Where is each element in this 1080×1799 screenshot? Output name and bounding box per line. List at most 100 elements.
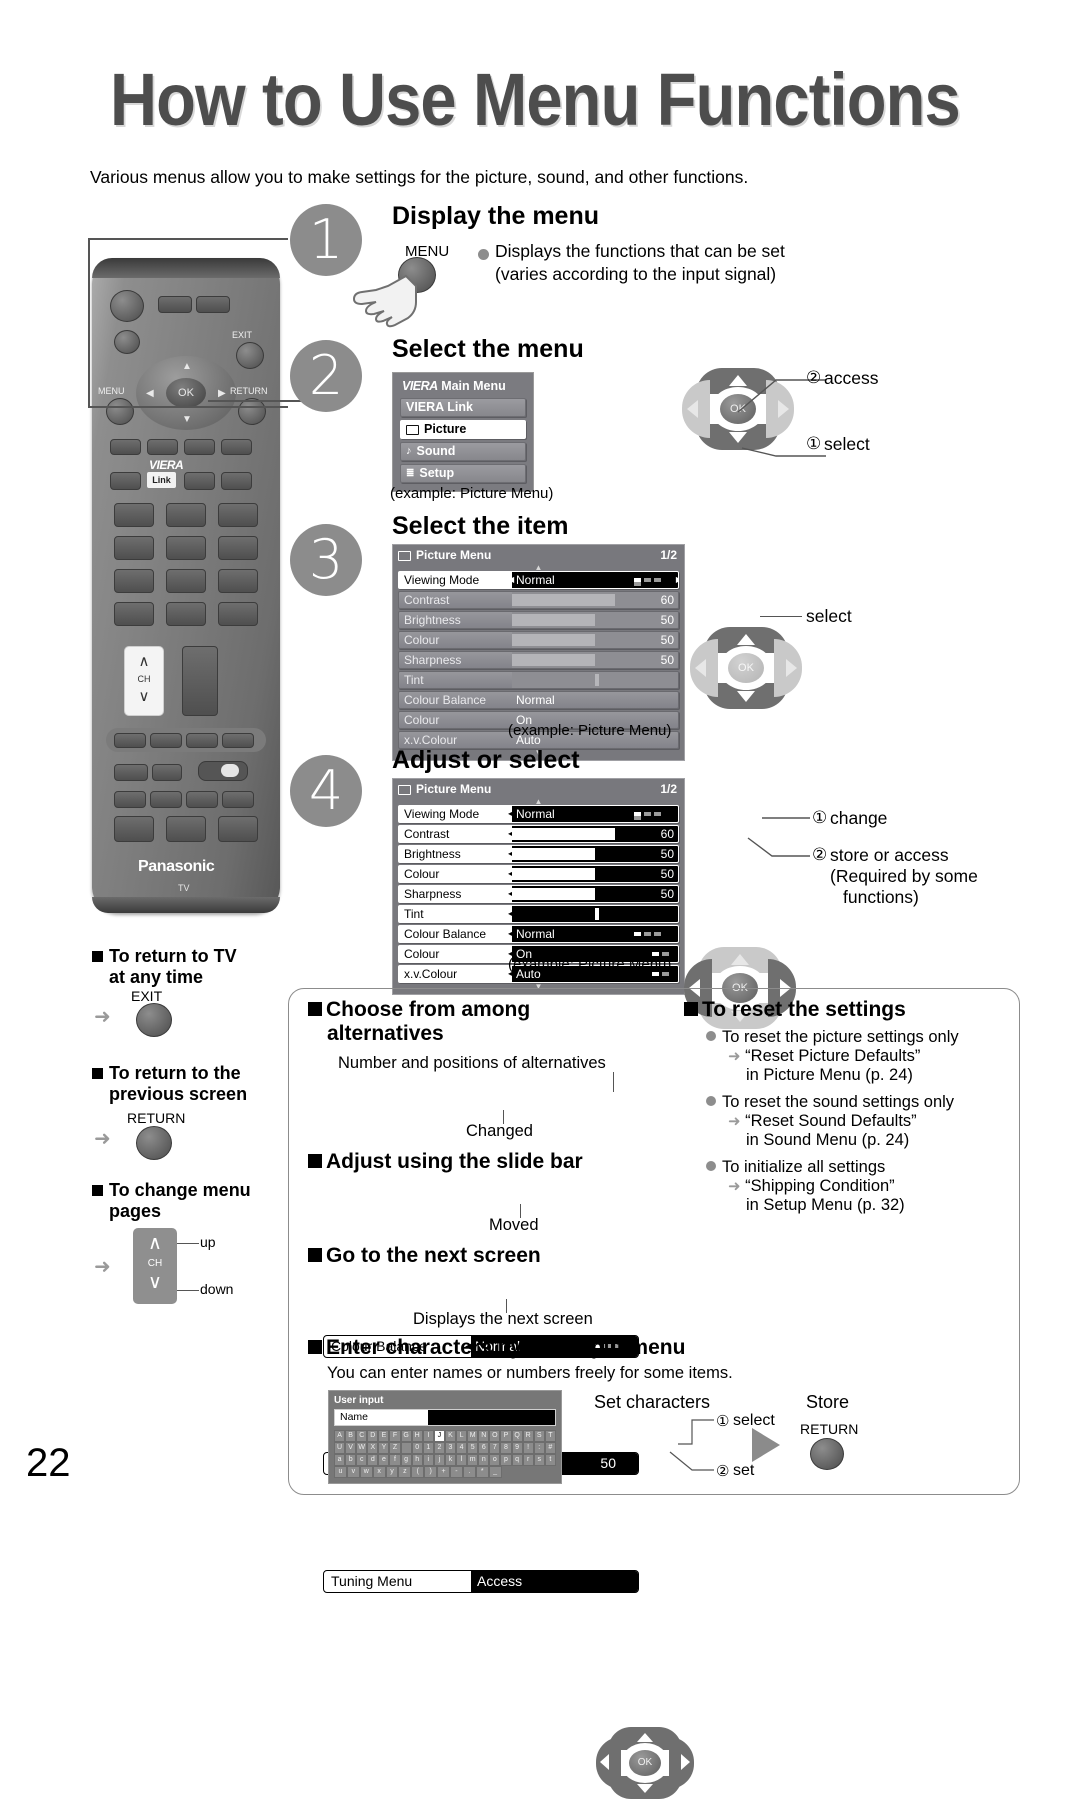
key[interactable]: v [346, 1466, 360, 1478]
key[interactable]: M [467, 1430, 479, 1442]
key[interactable]: T [544, 1430, 556, 1442]
key[interactable]: X [367, 1442, 379, 1454]
picture-menu-row-colour-balance[interactable]: Colour Balance Normal [398, 691, 679, 709]
key[interactable]: y [385, 1466, 399, 1478]
exit-button[interactable] [136, 1003, 172, 1037]
key[interactable]: u [334, 1466, 347, 1478]
key[interactable]: Z [389, 1442, 401, 1454]
user-input-name-field[interactable]: Name [334, 1409, 556, 1426]
key[interactable]: i [422, 1454, 434, 1466]
key[interactable]: P [500, 1430, 512, 1442]
picture-menu-row-contrast[interactable]: Contrast 60 [398, 591, 679, 609]
key[interactable]: l [456, 1454, 468, 1466]
key[interactable]: 9 [511, 1442, 523, 1454]
picture-menu-row-contrast[interactable]: Contrast ◀ 60 ▶ [398, 825, 679, 843]
key[interactable]: ( [411, 1466, 425, 1478]
key[interactable]: 6 [478, 1442, 490, 1454]
key[interactable]: V [345, 1442, 357, 1454]
return-button[interactable] [136, 1126, 172, 1160]
key[interactable]: G [400, 1430, 412, 1442]
key[interactable]: : [533, 1442, 545, 1454]
key-space[interactable]: . [400, 1442, 412, 1454]
key[interactable]: z [398, 1466, 412, 1478]
picture-menu-row-brightness[interactable]: Brightness ◀ 50 ▶ [398, 845, 679, 863]
picture-menu-row-colour-balance[interactable]: Colour Balance ◀ Normal ▶ [398, 925, 679, 943]
key[interactable]: s [533, 1454, 545, 1466]
dpad-ok-button[interactable]: OK [629, 1750, 661, 1776]
key[interactable]: 3 [444, 1442, 457, 1454]
main-menu-item-picture[interactable]: Picture [400, 420, 526, 439]
picture-menu-row-tint[interactable]: Tint [398, 671, 679, 689]
key[interactable]: 8 [500, 1442, 512, 1454]
key[interactable]: # [544, 1442, 556, 1454]
key[interactable]: r [522, 1454, 534, 1466]
key[interactable]: I [422, 1430, 434, 1442]
key[interactable]: N [478, 1430, 490, 1442]
key[interactable]: n [478, 1454, 490, 1466]
key[interactable]: e [378, 1454, 390, 1466]
key[interactable]: 2 [433, 1442, 445, 1454]
main-menu-item-viera-link[interactable]: VIERA Link [400, 398, 526, 417]
picture-menu-row-sharpness[interactable]: Sharpness ◀ 50 ▶ [398, 885, 679, 903]
key[interactable]: c [356, 1454, 368, 1466]
key[interactable]: Q [511, 1430, 523, 1442]
key[interactable]: O [489, 1430, 501, 1442]
key[interactable]: g [400, 1454, 412, 1466]
key[interactable]: R [522, 1430, 534, 1442]
key[interactable]: E [378, 1430, 390, 1442]
key-selected[interactable]: J [433, 1430, 445, 1442]
key[interactable]: t [544, 1454, 556, 1466]
picture-menu-row-viewing-mode[interactable]: Viewing Mode ◀ Normal ▶ [398, 571, 679, 589]
key[interactable]: 4 [456, 1442, 468, 1454]
key[interactable]: B [345, 1430, 357, 1442]
key[interactable]: U [334, 1442, 346, 1454]
key[interactable]: o [489, 1454, 501, 1466]
main-menu-item-sound[interactable]: ♪ Sound [400, 442, 526, 461]
key[interactable]: w [359, 1466, 373, 1478]
picture-menu-row-tint[interactable]: Tint ◀ ▶ [398, 905, 679, 923]
key[interactable]: Y [378, 1442, 390, 1454]
main-menu-item-setup[interactable]: ≣ Setup [400, 464, 526, 483]
key[interactable]: A [334, 1430, 346, 1442]
key[interactable]: W [356, 1442, 368, 1454]
key[interactable]: p [500, 1454, 512, 1466]
key[interactable]: L [456, 1430, 468, 1442]
key[interactable]: - [450, 1466, 463, 1478]
key[interactable]: H [411, 1430, 423, 1442]
key[interactable]: j [433, 1454, 445, 1466]
key[interactable]: 5 [467, 1442, 479, 1454]
key[interactable]: ! [522, 1442, 534, 1454]
key[interactable]: * [475, 1466, 489, 1478]
key[interactable]: + [437, 1466, 451, 1478]
dpad-ok-button[interactable]: OK [728, 653, 764, 683]
key[interactable]: x [372, 1466, 386, 1478]
key[interactable]: d [367, 1454, 379, 1466]
key[interactable]: . [462, 1466, 476, 1478]
key[interactable]: C [356, 1430, 368, 1442]
store-return-button[interactable] [810, 1438, 844, 1470]
key[interactable]: f [389, 1454, 401, 1466]
channel-updown-button[interactable]: ∧ CH ∨ [133, 1228, 177, 1304]
picture-menu-row-viewing-mode[interactable]: Viewing Mode ◀ Normal ▶ [398, 805, 679, 823]
picture-menu-row-sharpness[interactable]: Sharpness 50 [398, 651, 679, 669]
key[interactable]: 7 [489, 1442, 501, 1454]
key[interactable]: k [444, 1454, 457, 1466]
picture-menu-row-colour[interactable]: Colour 50 [398, 631, 679, 649]
key[interactable]: m [467, 1454, 479, 1466]
key[interactable]: K [444, 1430, 457, 1442]
row-value-wrap: 50 [512, 652, 678, 668]
key[interactable]: S [533, 1430, 545, 1442]
key[interactable]: D [367, 1430, 379, 1442]
key[interactable]: _ [488, 1466, 502, 1478]
picture-menu-row-brightness[interactable]: Brightness 50 [398, 611, 679, 629]
key[interactable]: F [389, 1430, 401, 1442]
key[interactable]: a [334, 1454, 346, 1466]
key[interactable]: b [345, 1454, 357, 1466]
key[interactable]: ) [424, 1466, 438, 1478]
key[interactable]: q [511, 1454, 523, 1466]
key[interactable]: h [411, 1454, 423, 1466]
next-screen-bar[interactable]: Tuning Menu Access [323, 1570, 639, 1593]
key[interactable]: 0 [411, 1442, 423, 1454]
picture-menu-row-colour[interactable]: Colour ◀ 50 ▶ [398, 865, 679, 883]
key[interactable]: 1 [422, 1442, 434, 1454]
